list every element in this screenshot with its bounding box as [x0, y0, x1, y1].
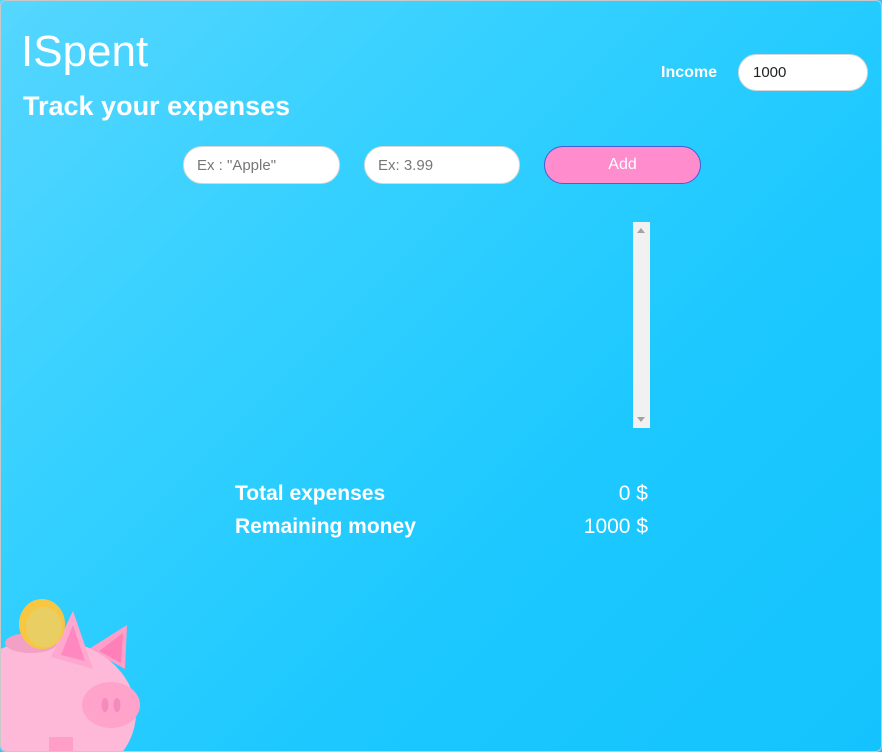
income-input[interactable] [738, 54, 868, 91]
piggy-bank-icon [1, 599, 140, 751]
expense-list-scrollbar[interactable] [633, 222, 650, 428]
app-title: ISpent [21, 27, 149, 76]
expense-name-input[interactable] [183, 146, 340, 184]
total-expenses-value: 0 $ [618, 482, 648, 505]
scroll-down-icon[interactable] [637, 417, 645, 422]
app-window: ISpent Track your expenses Income Add To… [0, 0, 882, 752]
page-subtitle: Track your expenses [23, 91, 291, 121]
scroll-up-icon[interactable] [637, 228, 645, 233]
remaining-money-label: Remaining money [235, 515, 416, 538]
coin-icon [19, 599, 65, 649]
income-label: Income [661, 64, 718, 81]
remaining-money-value: 1000 $ [583, 515, 648, 538]
expense-amount-input[interactable] [364, 146, 520, 184]
add-button[interactable]: Add [544, 146, 701, 184]
total-expenses-label: Total expenses [235, 482, 386, 505]
